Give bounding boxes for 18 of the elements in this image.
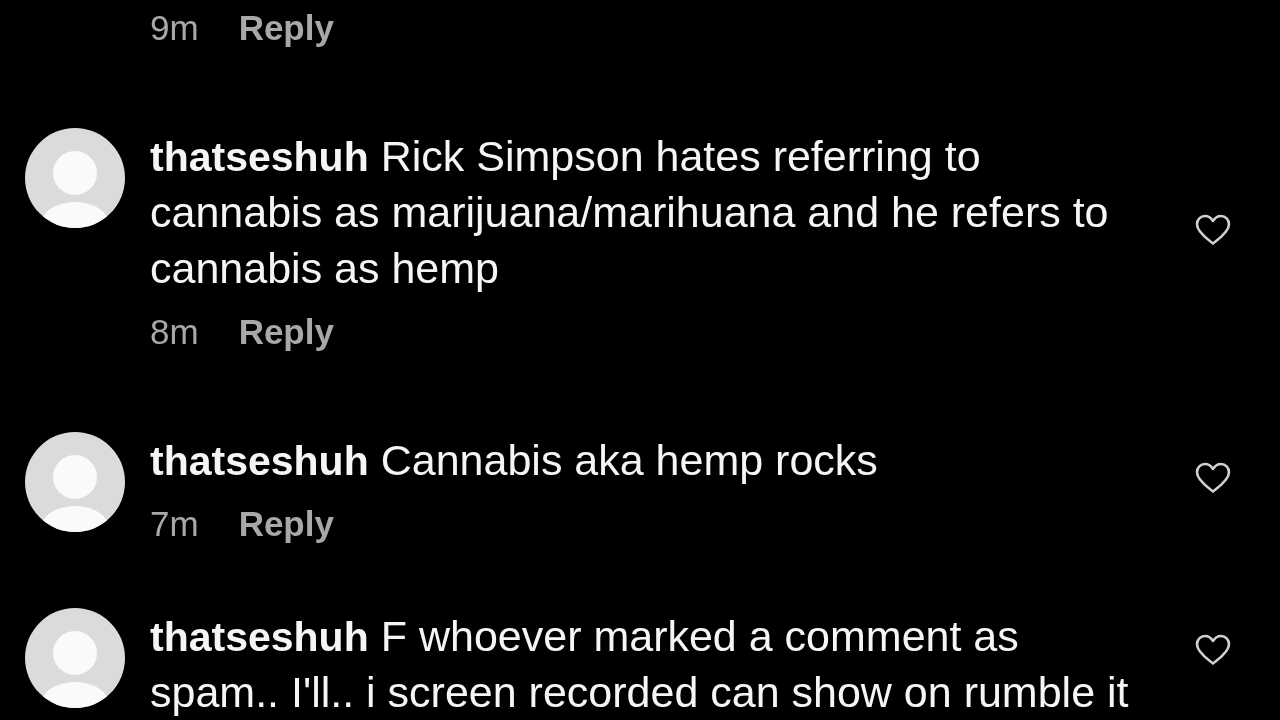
- username-link[interactable]: thatseshuh: [150, 134, 369, 180]
- timestamp: 7m: [150, 504, 199, 544]
- username-link[interactable]: thatseshuh: [150, 438, 369, 484]
- heart-icon[interactable]: [1195, 634, 1231, 666]
- comment-text: thatseshuh Cannabis aka hemp rocks: [150, 435, 879, 486]
- username-link[interactable]: thatseshuh: [150, 614, 369, 660]
- heart-icon[interactable]: [1195, 462, 1231, 494]
- comment-text: thatseshuh Rick Simpson hates referring to cannabis as marijuana/marihuana and he refers to cannabis as hemp: [150, 131, 1110, 294]
- reply-button[interactable]: Reply: [238, 504, 334, 544]
- avatar-icon: [25, 128, 125, 228]
- timestamp: 8m: [150, 312, 199, 352]
- avatar-icon: [25, 432, 125, 532]
- reply-button[interactable]: Reply: [238, 312, 334, 352]
- reply-button[interactable]: Reply: [238, 8, 334, 48]
- timestamp: 9m: [150, 8, 199, 48]
- comment-text: thatseshuh F whoever marked a comment as spam.. I'll.. i screen recorded can show on rumble it: [150, 611, 1130, 718]
- avatar-icon: [25, 608, 125, 708]
- heart-icon[interactable]: [1195, 214, 1231, 246]
